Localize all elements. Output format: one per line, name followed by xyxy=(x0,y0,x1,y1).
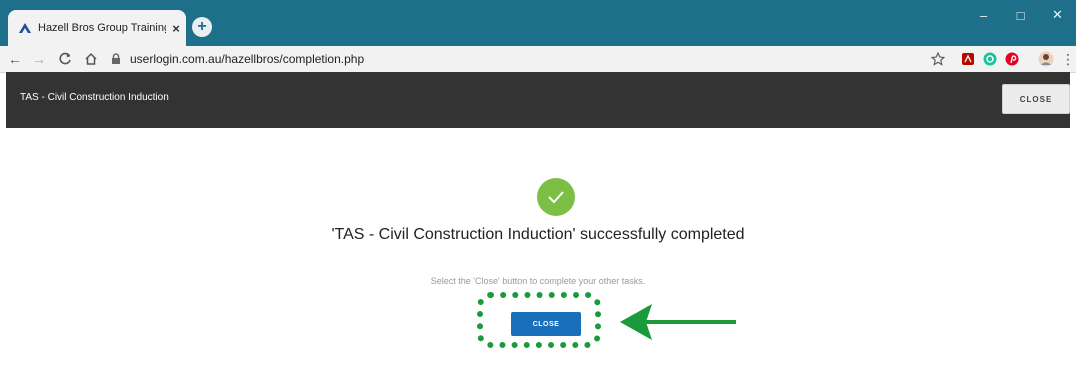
header-close-button[interactable]: CLOSE xyxy=(1002,84,1070,114)
forward-arrow-icon[interactable]: → xyxy=(30,50,48,68)
pdf-extension-icon[interactable] xyxy=(960,51,976,67)
tab-title: Hazell Bros Group Training Platfo xyxy=(38,22,166,34)
url-text: userlogin.com.au/hazellbros/completion.p… xyxy=(130,52,365,66)
pinterest-extension-icon[interactable] xyxy=(1004,51,1020,67)
hazell-logo-icon xyxy=(18,21,32,35)
menu-icon[interactable]: ⋮ xyxy=(1060,51,1076,67)
close-button[interactable]: CLOSE xyxy=(511,312,581,336)
course-title: TAS - Civil Construction Induction xyxy=(20,92,169,103)
close-window-button[interactable]: ✕ xyxy=(1039,0,1076,30)
completion-message: 'TAS - Civil Construction Induction' suc… xyxy=(331,226,745,243)
window-controls: – □ ✕ xyxy=(965,0,1076,30)
tab-close-icon[interactable]: × xyxy=(168,20,184,36)
maximize-button[interactable]: □ xyxy=(1002,0,1039,30)
instruction-text: Select the 'Close' button to complete yo… xyxy=(430,276,646,286)
address-bar[interactable]: userlogin.com.au/hazellbros/completion.p… xyxy=(110,49,930,69)
reload-icon[interactable] xyxy=(56,50,74,68)
browser-titlebar: Hazell Bros Group Training Platfo × + – … xyxy=(0,0,1076,46)
bookmark-star-icon[interactable] xyxy=(930,51,946,67)
home-icon[interactable] xyxy=(82,50,100,68)
profile-avatar-icon[interactable] xyxy=(1038,51,1054,67)
grammarly-extension-icon[interactable] xyxy=(982,51,998,67)
page-content: TAS - Civil Construction Induction CLOSE… xyxy=(6,72,1070,367)
new-tab-button[interactable]: + xyxy=(192,17,212,37)
checkmark-icon xyxy=(537,178,575,216)
green-arrow-icon xyxy=(620,304,736,340)
browser-tab[interactable]: Hazell Bros Group Training Platfo × xyxy=(8,10,186,46)
app-header: TAS - Civil Construction Induction CLOSE xyxy=(6,72,1070,128)
browser-toolbar: ← → userlogin.com.au/hazellbros/completi… xyxy=(0,46,1076,73)
back-arrow-icon[interactable]: ← xyxy=(6,50,24,68)
minimize-button[interactable]: – xyxy=(965,0,1002,30)
lock-icon xyxy=(110,53,122,65)
